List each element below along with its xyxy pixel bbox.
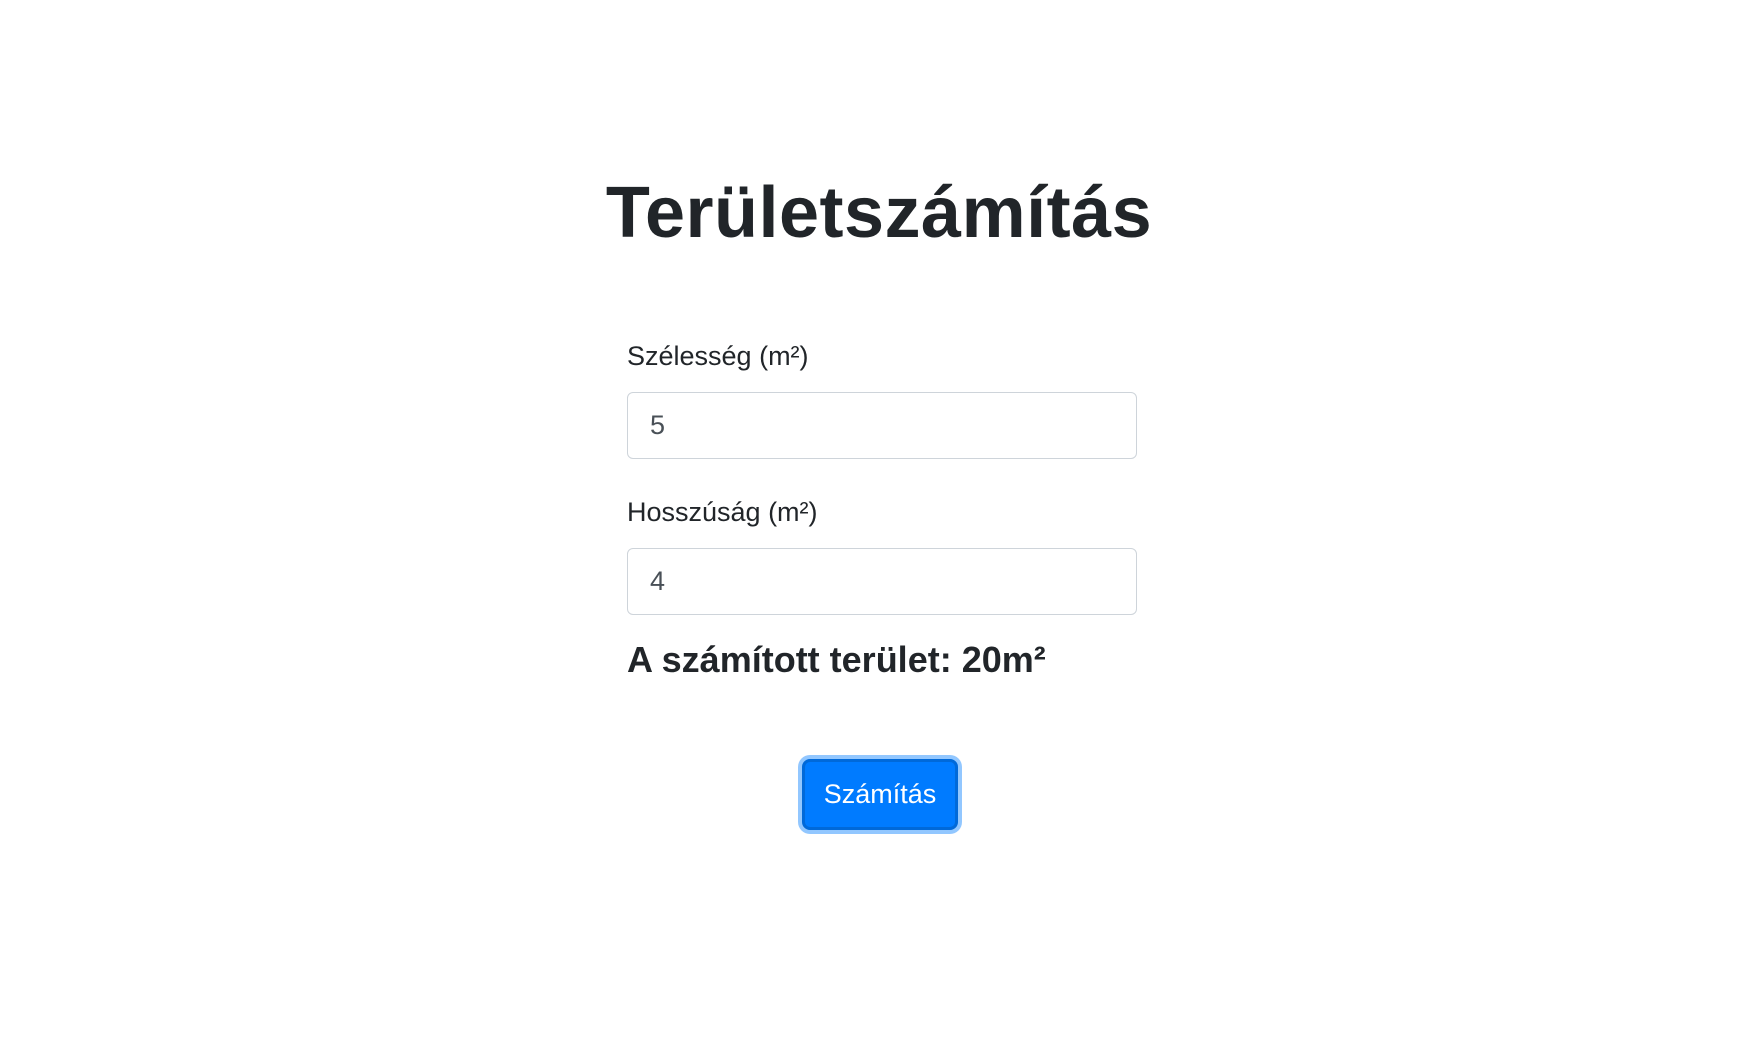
width-input[interactable]	[627, 392, 1137, 459]
length-input[interactable]	[627, 548, 1137, 615]
calculate-button[interactable]: Számítás	[802, 759, 958, 830]
length-field-group: Hosszúság (m²)	[627, 492, 1137, 615]
width-label: Szélesség (m²)	[627, 341, 809, 371]
area-form: Szélesség (m²) Hosszúság (m²)	[627, 336, 1137, 615]
length-label: Hosszúság (m²)	[627, 497, 818, 527]
page: Területszámítás Szélesség (m²) Hosszúság…	[0, 0, 1758, 1062]
width-field-group: Szélesség (m²)	[627, 336, 1137, 459]
page-title: Területszámítás	[605, 173, 1153, 253]
result-text: A számított terület: 20m²	[627, 639, 1046, 680]
